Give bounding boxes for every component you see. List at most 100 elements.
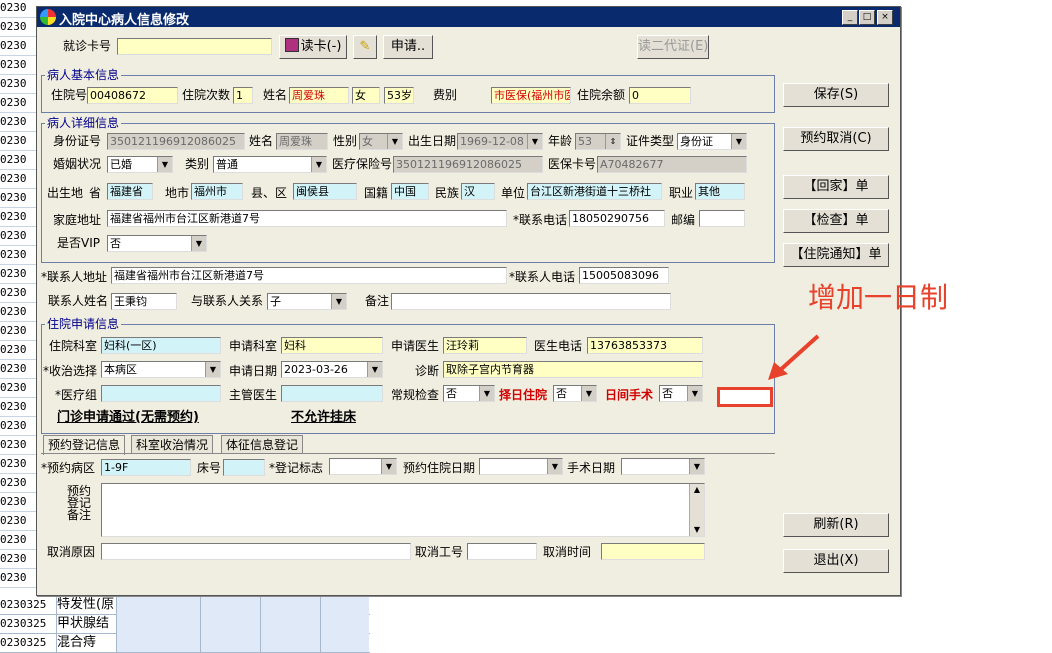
note-field[interactable] — [391, 293, 671, 310]
book-date-select[interactable]: ▼ — [479, 458, 563, 475]
admit-select[interactable]: 本病区 ▼ — [101, 361, 221, 378]
tab-vitals[interactable]: 体征信息登记 — [221, 435, 304, 454]
unit-field[interactable]: 台江区新港街道十三桥社 — [527, 183, 662, 200]
cancel-time-field[interactable] — [601, 543, 705, 560]
prov-field[interactable]: 福建省 — [107, 183, 153, 200]
close-button[interactable]: × — [877, 10, 893, 25]
detail-name-field[interactable]: 周爱珠 — [276, 133, 328, 150]
maximize-button[interactable]: □ — [859, 10, 875, 25]
chevron-down-icon[interactable]: ▼ — [311, 157, 326, 172]
phone-field[interactable]: 18050290756 — [569, 210, 665, 227]
tab-booking[interactable]: 预约登记信息 — [43, 435, 126, 455]
times-field[interactable]: 1 — [233, 87, 253, 104]
cancel-no-field[interactable] — [467, 543, 537, 560]
county-field[interactable]: 闽侯县 — [293, 183, 357, 200]
city-field[interactable]: 福州市 — [191, 183, 243, 200]
chevron-down-icon[interactable]: ▼ — [687, 386, 702, 401]
chevron-down-icon[interactable]: ▼ — [731, 134, 746, 149]
chevron-down-icon[interactable]: ▼ — [331, 294, 346, 309]
medcard-field[interactable]: A70482677 — [597, 156, 747, 173]
read-card-button[interactable]: 读卡(-) — [279, 35, 347, 59]
scroll-up-icon[interactable]: ▲ — [690, 484, 704, 496]
rel-label: 与联系人关系 — [191, 294, 264, 308]
cancel-no-label: 取消工号 — [415, 545, 464, 559]
surg-date-select[interactable]: ▼ — [621, 458, 705, 475]
spin-icon[interactable]: ⇕ — [605, 134, 620, 149]
background-sheet: 0230 0230 0230 0230 0230 0230 0230 0230 0230 0230… — [0, 0, 36, 653]
chevron-down-icon[interactable]: ▼ — [381, 459, 396, 474]
medcard-label: 医保卡号 — [548, 157, 597, 171]
ins-field[interactable]: 350121196912086025 — [393, 156, 543, 173]
chief-field[interactable] — [281, 385, 383, 402]
fee-field[interactable]: 市医保(福州市医保( — [491, 87, 571, 104]
remark-scrollbar[interactable]: ▲ ▼ — [689, 484, 704, 536]
day-surgery-select[interactable]: 否 ▼ — [659, 385, 703, 402]
admission-notice-button[interactable]: 【住院通知】单 — [783, 243, 889, 267]
cancel-booking-button[interactable]: 预约取消(C) — [783, 127, 889, 151]
routine-select[interactable]: 否 ▼ — [443, 385, 495, 402]
exit-button[interactable]: 退出(X) — [783, 549, 889, 573]
ethnic-field[interactable]: 汉 — [461, 183, 495, 200]
remark-textarea[interactable] — [101, 483, 705, 537]
detail-sex-select[interactable]: 女 ▼ — [359, 133, 403, 150]
date-select[interactable]: 2023-03-26 ▼ — [281, 361, 383, 378]
chevron-down-icon[interactable]: ▼ — [367, 362, 382, 377]
flag-select[interactable]: ▼ — [329, 458, 397, 475]
marital-select[interactable]: 已婚 ▼ — [107, 156, 173, 173]
zip-field[interactable] — [699, 210, 745, 227]
contact-phone-field[interactable]: 15005083096 — [579, 267, 669, 284]
nation-field[interactable]: 中国 — [391, 183, 429, 200]
job-field[interactable]: 其他 — [695, 183, 745, 200]
refresh-button[interactable]: 刷新(R) — [783, 513, 889, 537]
card-input[interactable] — [117, 38, 272, 55]
chevron-down-icon[interactable]: ▼ — [547, 459, 562, 474]
chevron-down-icon[interactable]: ▼ — [689, 459, 704, 474]
tab-dept-status[interactable]: 科室收治情况 — [131, 435, 214, 454]
broom-button[interactable]: ✎ — [353, 35, 377, 59]
cat-select[interactable]: 普通 ▼ — [213, 156, 327, 173]
home-slip-button[interactable]: 【回家】单 — [783, 175, 889, 199]
minimize-button[interactable]: _ — [842, 10, 858, 25]
balance-field[interactable]: 0 — [629, 87, 691, 104]
req-dept-field[interactable]: 妇科 — [281, 337, 383, 354]
ward-field[interactable]: 1-9F — [101, 459, 191, 476]
id-field[interactable]: 350121196912086025 — [107, 133, 245, 150]
chevron-down-icon[interactable]: ▼ — [581, 386, 596, 401]
name-field[interactable]: 周爱珠 — [289, 87, 349, 104]
name-label: 姓名 — [263, 88, 288, 102]
nation-label: 国籍 — [364, 186, 389, 200]
dept-field[interactable]: 妇科(一区) — [101, 337, 221, 354]
chevron-down-icon[interactable]: ▼ — [527, 134, 542, 149]
save-button[interactable]: 保存(S) — [783, 83, 889, 107]
vip-select[interactable]: 否 ▼ — [107, 235, 207, 252]
chevron-down-icon[interactable]: ▼ — [157, 157, 172, 172]
cert-select[interactable]: 身份证 ▼ — [677, 133, 747, 150]
doc-phone-field[interactable]: 13763853373 — [587, 337, 703, 354]
doctor-field[interactable]: 汪玲莉 — [443, 337, 527, 354]
addr-field[interactable]: 福建省福州市台江区新港道7号 — [107, 210, 507, 227]
birth-select[interactable]: 1969-12-08 ▼ — [457, 133, 543, 150]
chevron-down-icon[interactable]: ▼ — [387, 134, 402, 149]
cancel-reason-field[interactable] — [101, 543, 411, 560]
apply-button[interactable]: 申请.. — [383, 35, 433, 59]
bed-field[interactable] — [223, 459, 265, 476]
chevron-down-icon[interactable]: ▼ — [479, 386, 494, 401]
background-row-id: 0230 — [0, 112, 36, 132]
rel-select[interactable]: 子 ▼ — [267, 293, 347, 310]
day-surgery-label: 日间手术 — [605, 388, 654, 402]
select-day-select[interactable]: 否 ▼ — [553, 385, 597, 402]
group-field[interactable] — [101, 385, 221, 402]
contact-addr-field[interactable]: 福建省福州市台江区新港道7号 — [111, 267, 507, 284]
sex-field[interactable]: 女 — [352, 87, 380, 104]
check-slip-button[interactable]: 【检查】单 — [783, 209, 889, 233]
dept-label: 住院科室 — [49, 339, 98, 353]
detail-age-spin[interactable]: 53 ⇕ — [575, 133, 621, 150]
inpatient-no-field[interactable]: 00408672 — [87, 87, 178, 104]
diag-field[interactable]: 取除子宫内节育器 — [443, 361, 703, 378]
scroll-down-icon[interactable]: ▼ — [690, 524, 704, 536]
chevron-down-icon[interactable]: ▼ — [205, 362, 220, 377]
chevron-down-icon[interactable]: ▼ — [191, 236, 206, 251]
contact-name-field[interactable]: 王秉钧 — [111, 293, 177, 310]
age-field[interactable]: 53岁 — [384, 87, 414, 104]
read-id-card-button[interactable]: 读二代证(E) — [637, 35, 709, 59]
